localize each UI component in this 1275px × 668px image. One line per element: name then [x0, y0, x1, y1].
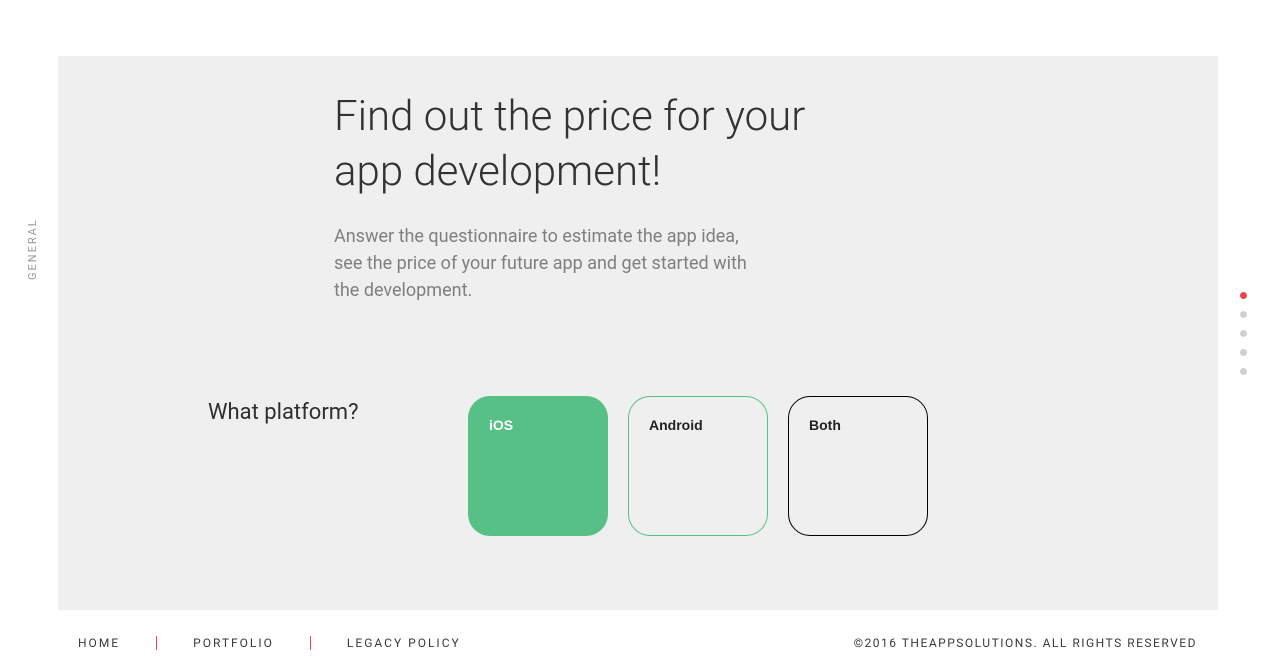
subhead: Answer the questionnaire to estimate the…	[334, 223, 764, 304]
headline: Find out the price for your app developm…	[334, 90, 854, 199]
footer: HOME PORTFOLIO LEGACY POLICY ©2016 THEAP…	[78, 636, 1197, 650]
option-label: Android	[649, 417, 703, 433]
main-panel: Find out the price for your app developm…	[58, 56, 1218, 610]
question-label: What platform?	[208, 396, 468, 425]
option-android-button[interactable]: Android	[628, 396, 768, 536]
option-label: Both	[809, 417, 841, 433]
footer-link-portfolio[interactable]: PORTFOLIO	[193, 636, 274, 650]
progress-dot-4[interactable]	[1240, 349, 1247, 356]
option-ios-button[interactable]: iOS	[468, 396, 608, 536]
option-both-button[interactable]: Both	[788, 396, 928, 536]
footer-nav: HOME PORTFOLIO LEGACY POLICY	[78, 636, 461, 650]
platform-options: iOS Android Both	[468, 396, 928, 536]
progress-dot-2[interactable]	[1240, 311, 1247, 318]
footer-separator	[156, 636, 157, 650]
progress-dot-3[interactable]	[1240, 330, 1247, 337]
progress-dot-5[interactable]	[1240, 368, 1247, 375]
footer-link-home[interactable]: HOME	[78, 636, 120, 650]
progress-dots	[1240, 292, 1247, 375]
option-label: iOS	[489, 417, 513, 433]
side-label-general: GENERAL	[26, 218, 39, 280]
footer-link-legacy-policy[interactable]: LEGACY POLICY	[347, 636, 461, 650]
progress-dot-1[interactable]	[1240, 292, 1247, 299]
footer-separator	[310, 636, 311, 650]
footer-copyright: ©2016 THEAPPSOLUTIONS. ALL RIGHTS RESERV…	[854, 636, 1197, 650]
